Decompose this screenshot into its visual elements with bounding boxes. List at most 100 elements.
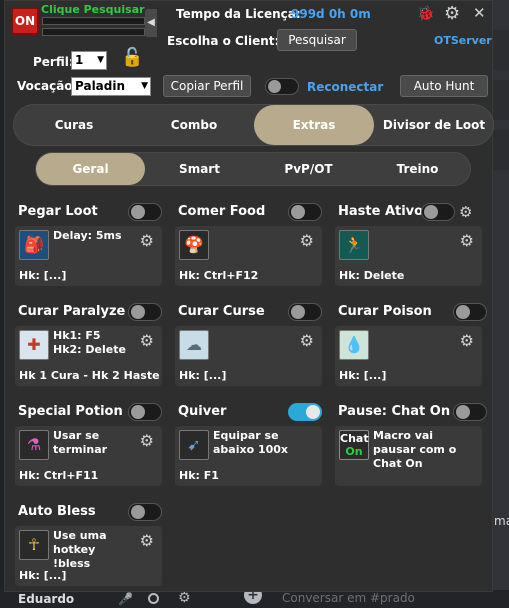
gear-icon[interactable]: ⚙ (460, 231, 474, 250)
close-icon[interactable]: ✕ (473, 4, 486, 22)
quiver-toggle[interactable] (288, 403, 322, 421)
special-potion-card: ⚗ Usar se terminar ⚙ Hk: Ctrl+F11 (15, 426, 162, 486)
hotkey-2: Hk2: Delete (53, 343, 126, 356)
chat-on-icon-text: On (345, 445, 363, 458)
toggle-knob (131, 505, 145, 519)
profile-value: 1 (75, 53, 84, 67)
card-title: Curar Paralyze (18, 304, 126, 319)
sub-tabs: Geral Smart PvP/OT Treino (35, 152, 471, 186)
vocation-select[interactable]: Paladin ▼ (71, 77, 151, 96)
special-potion-toggle[interactable] (128, 403, 162, 421)
toggle-knob (268, 80, 281, 93)
card-title: Curar Curse (178, 304, 265, 319)
profile-label: Perfil: (33, 55, 74, 69)
potion-icon: ⚗ (19, 430, 49, 460)
vocation-label: Vocação: (17, 79, 78, 93)
tab-smart[interactable]: Smart (145, 153, 254, 185)
card-hotkey: Hk: [...] (19, 269, 67, 282)
gear-icon[interactable]: ⚙ (140, 231, 154, 250)
card-title: Auto Bless (18, 504, 96, 519)
background-strip (493, 130, 509, 170)
gear-icon[interactable]: ⚙ (300, 231, 314, 250)
tab-extras[interactable]: Extras (254, 105, 374, 145)
auto-hunt-button[interactable]: Auto Hunt (400, 75, 488, 97)
poison-icon: 💧 (339, 330, 369, 360)
curar-curse-card: ☁ ⚙ Hk: [...] (175, 326, 322, 386)
gear-icon[interactable]: ⚙ (140, 431, 154, 450)
gear-icon[interactable]: ⚙ (140, 531, 154, 550)
card-desc: Hk1: F5 Hk2: Delete (53, 329, 129, 357)
comer-food-toggle[interactable] (288, 203, 322, 221)
card-desc: Use uma hotkey !bless (53, 529, 107, 570)
gear-icon[interactable]: ⚙ (459, 203, 472, 221)
card-hotkey: Hk: [...] (339, 369, 387, 382)
server-label: OTServer (434, 34, 492, 47)
bug-icon[interactable]: 🐞 (417, 6, 434, 22)
haste-ativo-card: 🏃 ⚙ Hk: Delete (335, 226, 482, 286)
bot-panel: ON Clique Pesquisar ◀ Tempo da Licença: … (4, 0, 494, 592)
pegar-loot-toggle[interactable] (128, 203, 162, 221)
chevron-down-icon: ▼ (97, 55, 104, 65)
hotkey-1: Hk1: F5 (53, 329, 101, 342)
lock-icon[interactable]: 🔓 (121, 47, 143, 68)
mute-icon[interactable]: 🎤 (118, 592, 133, 606)
gear-icon[interactable]: ⚙ (140, 331, 154, 350)
paralyze-icon: ✚ (19, 330, 49, 360)
card-desc: Delay: 5ms (53, 229, 122, 242)
chat-on-icon: Chat On (339, 430, 369, 460)
card-desc: Macro vai pausar com o Chat On (373, 429, 457, 470)
pegar-loot-card: 🎒 Delay: 5ms ⚙ Hk: [...] (15, 226, 162, 286)
comer-food-card: 🍄 ⚙ Hk: Ctrl+F12 (175, 226, 322, 286)
curar-paralyze-toggle[interactable] (128, 303, 162, 321)
quiver-icon: ➹ (179, 430, 209, 460)
progress-bar (42, 17, 145, 25)
search-button[interactable]: Pesquisar (277, 29, 357, 51)
reconnect-toggle[interactable] (265, 78, 299, 95)
auto-bless-toggle[interactable] (128, 503, 162, 521)
chat-input[interactable]: Conversar em #prado (282, 591, 415, 605)
curar-curse-toggle[interactable] (288, 303, 322, 321)
gear-icon[interactable]: ⚙ (460, 331, 474, 350)
vocation-value: Paladin (75, 79, 126, 93)
status-ring-icon[interactable] (148, 593, 159, 604)
tab-divisor-de-loot[interactable]: Divisor de Loot (374, 105, 494, 145)
card-hotkey: Hk: [...] (179, 369, 227, 382)
curse-icon: ☁ (179, 330, 209, 360)
card-title: Pause: Chat On (338, 404, 451, 419)
tab-curas[interactable]: Curas (14, 105, 134, 145)
pause-chat-on-toggle[interactable] (453, 403, 487, 421)
tab-combo[interactable]: Combo (134, 105, 254, 145)
card-hotkey: Hk: [...] (19, 569, 67, 582)
card-title: Pegar Loot (18, 204, 98, 219)
ankh-icon: ☥ (19, 530, 49, 560)
toggle-knob (456, 405, 470, 419)
gear-icon[interactable]: ⚙ (444, 3, 460, 24)
background-strip (493, 80, 509, 120)
tab-geral[interactable]: Geral (36, 153, 145, 185)
gear-icon[interactable]: ⚙ (300, 331, 314, 350)
toggle-knob (456, 305, 470, 319)
on-button[interactable]: ON (11, 7, 39, 35)
toggle-knob (291, 305, 305, 319)
card-desc: Equipar se abaixo 100x (213, 429, 289, 456)
tab-pvp-ot[interactable]: PvP/OT (254, 153, 363, 185)
background-text: ma (494, 514, 509, 528)
background-user-bar: Eduardo 🎤 ⚙ + Conversar em #prado (0, 586, 509, 608)
card-hotkey: Hk: Delete (339, 269, 405, 282)
card-title: Curar Poison (338, 304, 432, 319)
background-username: Eduardo (18, 592, 75, 606)
card-hotkey: Hk: Ctrl+F11 (19, 469, 99, 482)
toggle-knob (131, 305, 145, 319)
card-title: Quiver (178, 404, 227, 419)
clique-text: Clique Pesquisar (41, 3, 145, 16)
pause-chat-on-card: Chat On Macro vai pausar com o Chat On (335, 426, 482, 486)
tab-treino[interactable]: Treino (363, 153, 472, 185)
curar-poison-toggle[interactable] (453, 303, 487, 321)
haste-ativo-toggle[interactable] (421, 203, 455, 221)
gear-icon[interactable]: ⚙ (178, 590, 191, 606)
chevron-left-icon[interactable]: ◀ (145, 9, 157, 37)
profile-select[interactable]: 1 ▼ (71, 51, 107, 70)
copy-profile-button[interactable]: Copiar Perfil (163, 75, 251, 97)
license-value: 999d 0h 0m (291, 7, 371, 21)
main-tabs: Curas Combo Extras Divisor de Loot (13, 104, 494, 146)
